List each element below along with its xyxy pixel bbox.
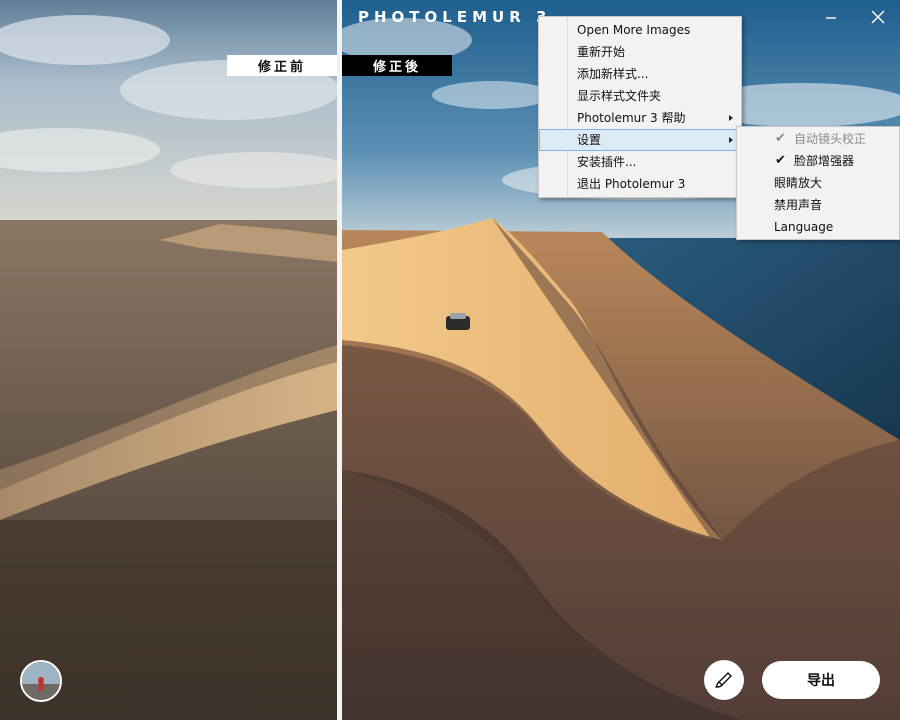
app-menu: Open More Images 重新开始 添加新样式... 显示样式文件夹 P… xyxy=(538,16,742,198)
submenu-arrow-icon xyxy=(729,137,733,143)
menu-item-install-plugins[interactable]: 安装插件... xyxy=(539,151,741,173)
menu-item-quit[interactable]: 退出 Photolemur 3 xyxy=(539,173,741,195)
menu-item-add-new-style[interactable]: 添加新样式... xyxy=(539,63,741,85)
menu-item-label: Photolemur 3 帮助 xyxy=(577,111,686,125)
menu-item-restart[interactable]: 重新开始 xyxy=(539,41,741,63)
settings-item-language[interactable]: Language xyxy=(737,216,899,238)
brush-button[interactable] xyxy=(704,660,744,700)
after-label: 修正後 xyxy=(342,55,452,76)
settings-item-face-enhancer[interactable]: ✔ 脸部增强器 xyxy=(737,150,899,172)
menu-item-label: 显示样式文件夹 xyxy=(577,89,662,103)
before-label: 修正前 xyxy=(227,55,337,76)
close-icon[interactable] xyxy=(869,8,887,26)
menu-item-label: 安装插件... xyxy=(577,155,637,169)
menu-item-show-styles-folder[interactable]: 显示样式文件夹 xyxy=(539,85,741,107)
minimize-icon[interactable] xyxy=(822,8,840,26)
settings-item-label: Language xyxy=(774,220,834,234)
menu-item-label: 退出 Photolemur 3 xyxy=(577,177,686,191)
settings-item-eye-enlarge[interactable]: 眼睛放大 xyxy=(737,172,899,194)
settings-item-label: 自动镜头校正 xyxy=(794,132,867,146)
before-photo xyxy=(0,0,337,720)
menu-item-label: 添加新样式... xyxy=(577,67,649,81)
brush-icon xyxy=(715,672,732,688)
menu-item-open-more-images[interactable]: Open More Images xyxy=(539,19,741,41)
settings-item-label: 禁用声音 xyxy=(774,198,823,212)
submenu-arrow-icon xyxy=(729,115,733,121)
export-button[interactable]: 导出 xyxy=(762,661,880,699)
menu-item-label: 设置 xyxy=(577,133,602,147)
settings-submenu: ✔ 自动镜头校正 ✔ 脸部增强器 眼睛放大 禁用声音 Language xyxy=(736,126,900,240)
checkmark-icon: ✔ xyxy=(775,131,786,146)
avatar[interactable] xyxy=(20,660,62,702)
menu-item-label: 重新开始 xyxy=(577,45,626,59)
settings-item-disable-sound[interactable]: 禁用声音 xyxy=(737,194,899,216)
checkmark-icon: ✔ xyxy=(775,153,786,168)
settings-item-auto-lens-correction[interactable]: ✔ 自动镜头校正 xyxy=(737,128,899,150)
settings-item-label: 眼睛放大 xyxy=(774,176,823,190)
app-title: PHOTOLEMUR 3 xyxy=(358,8,552,26)
menu-item-settings[interactable]: 设置 xyxy=(539,129,741,151)
menu-item-help[interactable]: Photolemur 3 帮助 xyxy=(539,107,741,129)
settings-item-label: 脸部增强器 xyxy=(794,154,855,168)
menu-item-label: Open More Images xyxy=(577,23,691,37)
